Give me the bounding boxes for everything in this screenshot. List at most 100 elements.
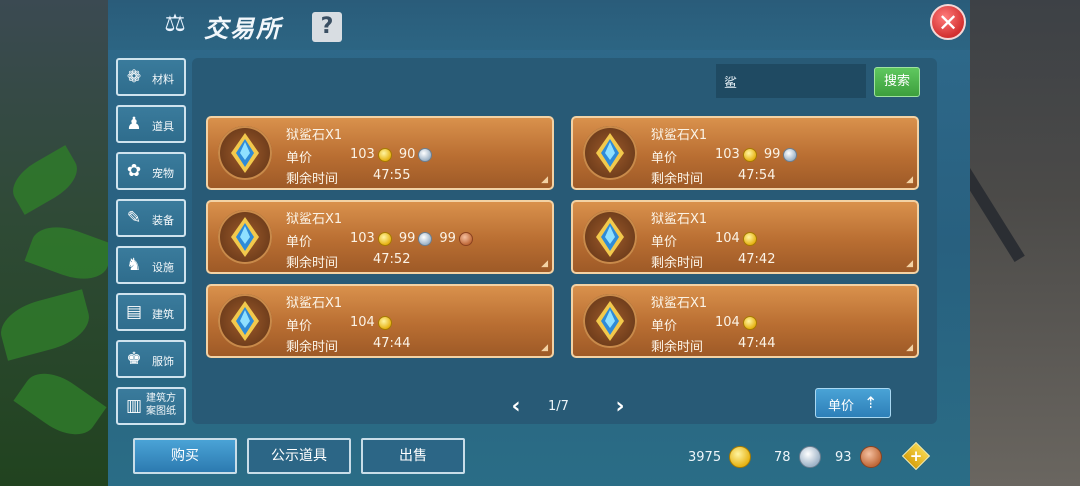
blueprint-icon: ▥: [125, 396, 143, 416]
listing-card[interactable]: 狱鲨石X1 单价 104 剩余时间 47:42 ◢: [571, 200, 919, 274]
clothing-icon: ♚: [126, 349, 142, 369]
item-price: 104: [350, 315, 396, 330]
gem-icon: [218, 294, 272, 348]
chevron-right-icon: ›: [615, 394, 625, 419]
item-name: 狱鲨石X1: [651, 212, 708, 227]
prev-page-button[interactable]: ‹: [506, 395, 526, 419]
remaining-time: 47:52: [373, 252, 411, 267]
silver-coin-icon: [418, 231, 433, 246]
sidebar-item-label: 服饰: [152, 355, 174, 368]
gold-coin-icon: [742, 147, 757, 162]
paw-icon: ✿: [126, 161, 142, 181]
sidebar-item-materials[interactable]: ❁ 材料: [116, 58, 186, 96]
gold-coin-icon: [377, 147, 392, 162]
corner-ornament-icon: ◢: [906, 175, 913, 185]
leaf-decoration: [13, 361, 107, 447]
search-button[interactable]: 搜索: [874, 67, 920, 97]
item-name: 狱鲨石X1: [286, 296, 343, 311]
sort-by-price-button[interactable]: 单价 ⇡: [815, 388, 891, 418]
page-indicator: 1/7: [548, 399, 569, 414]
remaining-time: 47:42: [738, 252, 776, 267]
sidebar-item-blueprint[interactable]: ▥ 建筑方案图纸: [116, 387, 186, 425]
price-label: 单价: [286, 319, 313, 334]
background-foliage: [0, 0, 120, 486]
window-title: 交易所: [204, 15, 282, 43]
gold-amount: 103: [350, 231, 375, 246]
close-button[interactable]: ✕: [930, 4, 966, 40]
next-page-button[interactable]: ›: [610, 395, 630, 419]
time-label: 剩余时间: [651, 340, 704, 355]
close-icon: ✕: [937, 9, 959, 37]
gold-coin-icon: [742, 315, 757, 330]
time-label: 剩余时间: [286, 340, 339, 355]
facility-icon: ♞: [126, 255, 142, 275]
listing-card[interactable]: 狱鲨石X1 单价 103 99 99 剩余时间 47:52 ◢: [206, 200, 554, 274]
tab-sell[interactable]: 出售: [361, 438, 465, 474]
chevron-left-icon: ‹: [511, 394, 521, 419]
sidebar-item-props[interactable]: ♟ 道具: [116, 105, 186, 143]
gold-coin-icon: [377, 315, 392, 330]
copper-coin-icon: [458, 231, 473, 246]
gold-amount: 103: [715, 147, 740, 162]
tab-public-items[interactable]: 公示道具: [247, 438, 351, 474]
corner-ornament-icon: ◢: [906, 259, 913, 269]
gem-icon: [583, 294, 637, 348]
item-price: 104: [715, 315, 761, 330]
sidebar-item-building[interactable]: ▤ 建筑: [116, 293, 186, 331]
sidebar-item-label: 设施: [152, 261, 174, 274]
gold-coin-icon: [742, 231, 757, 246]
silver-coin-icon: [798, 446, 821, 468]
corner-ornament-icon: ◢: [906, 343, 913, 353]
props-icon: ♟: [126, 114, 142, 134]
silver-coin-icon: [418, 147, 433, 162]
item-name: 狱鲨石X1: [286, 128, 343, 143]
gold-amount: 103: [350, 147, 375, 162]
search-input[interactable]: [716, 64, 866, 98]
time-label: 剩余时间: [651, 256, 704, 271]
silver-amount: 99: [763, 147, 781, 162]
sidebar-item-pets[interactable]: ✿ 宠物: [116, 152, 186, 190]
item-name: 狱鲨石X1: [651, 128, 708, 143]
price-label: 单价: [651, 151, 678, 166]
add-currency-button[interactable]: +: [901, 441, 931, 471]
remaining-time: 47:55: [373, 168, 411, 183]
listing-card[interactable]: 狱鲨石X1 单价 103 90 剩余时间 47:55 ◢: [206, 116, 554, 190]
gem-icon: [218, 210, 272, 264]
gold-amount: 104: [715, 315, 740, 330]
gem-icon: [218, 126, 272, 180]
sidebar-item-label: 建筑方案图纸: [146, 393, 176, 417]
time-label: 剩余时间: [286, 172, 339, 187]
copper-balance-value: 93: [835, 449, 852, 465]
sidebar-item-equipment[interactable]: ✎ 装备: [116, 199, 186, 237]
time-label: 剩余时间: [651, 172, 704, 187]
plus-icon: +: [909, 447, 923, 465]
sidebar-item-clothing[interactable]: ♚ 服饰: [116, 340, 186, 378]
remaining-time: 47:44: [373, 336, 411, 351]
price-label: 单价: [286, 235, 313, 250]
sidebar-item-label: 材料: [152, 73, 174, 86]
tab-buy[interactable]: 购买: [133, 438, 237, 474]
listing-card[interactable]: 狱鲨石X1 单价 104 剩余时间 47:44 ◢: [571, 284, 919, 358]
price-label: 单价: [286, 151, 313, 166]
item-price: 103 90: [350, 147, 436, 162]
silver-balance: 78: [774, 446, 821, 468]
time-label: 剩余时间: [286, 256, 339, 271]
listing-card[interactable]: 狱鲨石X1 单价 103 99 剩余时间 47:54 ◢: [571, 116, 919, 190]
price-label: 单价: [651, 319, 678, 334]
item-price: 103 99: [715, 147, 801, 162]
help-button[interactable]: ?: [312, 12, 342, 42]
exchange-window: ⚖ 交易所 ? ✕ ❁ 材料 ♟ 道具 ✿ 宠物 ✎ 装备 ♞ 设施 ▤ 建筑: [108, 0, 970, 486]
copper-balance: 93: [835, 446, 882, 468]
listing-card[interactable]: 狱鲨石X1 单价 104 剩余时间 47:44 ◢: [206, 284, 554, 358]
copper-coin-icon: [859, 446, 882, 468]
equipment-icon: ✎: [126, 208, 142, 228]
sidebar-item-facility[interactable]: ♞ 设施: [116, 246, 186, 284]
remaining-time: 47:54: [738, 168, 776, 183]
copper-amount: 99: [439, 231, 456, 246]
sort-label: 单价: [828, 399, 855, 414]
gold-coin-icon: [729, 446, 752, 468]
scales-icon: ⚖: [164, 9, 186, 37]
leaf-decoration: [24, 217, 116, 289]
gem-icon: [583, 210, 637, 264]
gold-amount: 104: [350, 315, 375, 330]
